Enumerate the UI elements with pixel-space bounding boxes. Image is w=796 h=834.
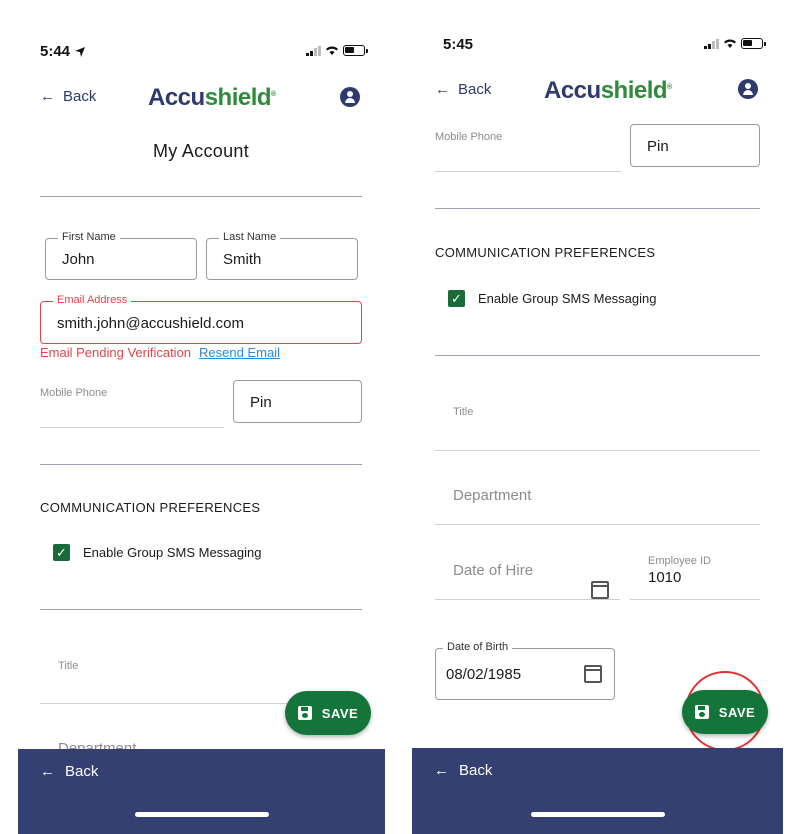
- email-verification-row: Email Pending Verification Resend Email: [40, 345, 280, 360]
- header-back-button[interactable]: ← Back: [435, 81, 491, 98]
- email-pending-text: Email Pending Verification: [40, 345, 192, 360]
- sms-checkbox-label: Enable Group SMS Messaging: [83, 545, 262, 560]
- home-indicator[interactable]: [135, 812, 269, 817]
- time-text: 5:45: [443, 36, 474, 53]
- mobile-phone-label: Mobile Phone: [435, 131, 503, 143]
- communication-preferences-heading: COMMUNICATION PREFERENCES: [40, 500, 261, 515]
- battery-icon: [343, 45, 368, 56]
- resend-email-link[interactable]: Resend Email: [199, 345, 280, 360]
- header-back-button[interactable]: ← Back: [40, 88, 96, 105]
- save-button[interactable]: SAVE: [682, 690, 768, 734]
- back-arrow-icon: ←: [435, 81, 450, 98]
- employee-id-input[interactable]: [630, 599, 760, 600]
- communication-preferences-heading: COMMUNICATION PREFERENCES: [435, 245, 656, 260]
- sms-checkbox-row[interactable]: ✓ Enable Group SMS Messaging: [448, 290, 656, 307]
- email-value: smith.john@accushield.com: [57, 315, 244, 332]
- employee-id-label: Employee ID: [648, 555, 711, 567]
- page-title: My Account: [152, 141, 250, 161]
- status-icons: [306, 45, 368, 56]
- checkbox-checked-icon[interactable]: ✓: [53, 544, 70, 561]
- email-field[interactable]: Email Address smith.john@accushield.com: [40, 294, 362, 344]
- email-label: Email Address: [53, 294, 132, 306]
- last-name-label: Last Name: [219, 231, 281, 243]
- date-of-birth-value: 08/02/1985: [446, 666, 522, 683]
- save-button[interactable]: SAVE: [285, 691, 371, 735]
- save-label: SAVE: [718, 704, 756, 720]
- status-bar-time: 5:45: [443, 36, 473, 54]
- accushield-logo: Accushield®: [148, 84, 276, 111]
- back-label: Back: [459, 762, 493, 779]
- battery-icon: [741, 38, 766, 49]
- calendar-icon[interactable]: [591, 581, 609, 599]
- checkbox-checked-icon[interactable]: ✓: [448, 290, 465, 307]
- back-arrow-icon: ←: [434, 762, 449, 779]
- pin-field[interactable]: Pin: [233, 380, 362, 423]
- bottom-back-button[interactable]: ← Back: [40, 763, 98, 780]
- pin-placeholder: Pin: [250, 394, 272, 411]
- back-label: Back: [458, 81, 492, 98]
- location-arrow-icon: [75, 46, 86, 57]
- back-label: Back: [63, 88, 97, 105]
- mobile-phone-input[interactable]: [40, 427, 224, 428]
- last-name-value: Smith: [223, 251, 262, 268]
- divider: [40, 196, 362, 197]
- save-label: SAVE: [321, 705, 359, 721]
- back-label: Back: [65, 763, 99, 780]
- account-circle-icon[interactable]: [340, 87, 360, 107]
- divider: [40, 609, 362, 610]
- signal-icon: [306, 45, 321, 56]
- sms-checkbox-label: Enable Group SMS Messaging: [478, 291, 657, 306]
- sms-checkbox-row[interactable]: ✓ Enable Group SMS Messaging: [53, 544, 261, 561]
- back-arrow-icon: ←: [40, 88, 55, 105]
- last-name-field[interactable]: Last Name Smith: [206, 231, 358, 280]
- date-of-birth-label: Date of Birth: [443, 641, 513, 653]
- calendar-icon[interactable]: [584, 665, 602, 683]
- home-indicator[interactable]: [531, 812, 665, 817]
- pin-field[interactable]: Pin: [630, 124, 760, 167]
- first-name-field[interactable]: First Name John: [45, 231, 197, 280]
- status-icons: [704, 38, 766, 49]
- right-phone-screen: 5:45 ← Back Accushield® Mobile Phone Pin…: [398, 0, 796, 834]
- bottom-nav-bar: ← Back: [412, 748, 783, 834]
- title-label: Title: [453, 406, 474, 418]
- pin-placeholder: Pin: [647, 138, 669, 155]
- signal-icon: [704, 38, 719, 49]
- date-of-hire-placeholder: Date of Hire: [453, 562, 534, 579]
- wifi-icon: [724, 39, 736, 48]
- first-name-label: First Name: [58, 231, 120, 243]
- department-input[interactable]: [435, 524, 760, 525]
- divider: [435, 355, 760, 356]
- first-name-value: John: [62, 251, 95, 268]
- status-bar-time: 5:44: [40, 43, 86, 60]
- title-input[interactable]: [435, 450, 760, 451]
- left-phone-screen: 5:44 ← Back Accushield® My Account First…: [0, 0, 398, 834]
- divider: [435, 208, 760, 209]
- department-placeholder: Department: [453, 487, 532, 504]
- wifi-icon: [326, 46, 338, 55]
- bottom-back-button[interactable]: ← Back: [434, 762, 492, 779]
- time-text: 5:44: [40, 43, 71, 60]
- save-icon: [694, 705, 709, 719]
- account-circle-icon[interactable]: [738, 79, 758, 99]
- bottom-nav-bar: ← Back: [18, 749, 385, 834]
- title-label: Title: [58, 660, 79, 672]
- date-of-hire-input[interactable]: [435, 599, 620, 600]
- accushield-logo: Accushield®: [544, 77, 672, 104]
- date-of-birth-field[interactable]: Date of Birth 08/02/1985: [435, 641, 615, 700]
- save-icon: [297, 706, 312, 720]
- mobile-phone-input[interactable]: [435, 171, 621, 172]
- back-arrow-icon: ←: [40, 763, 55, 780]
- divider: [40, 464, 362, 465]
- employee-id-value: 1010: [648, 569, 682, 586]
- mobile-phone-label: Mobile Phone: [40, 387, 108, 399]
